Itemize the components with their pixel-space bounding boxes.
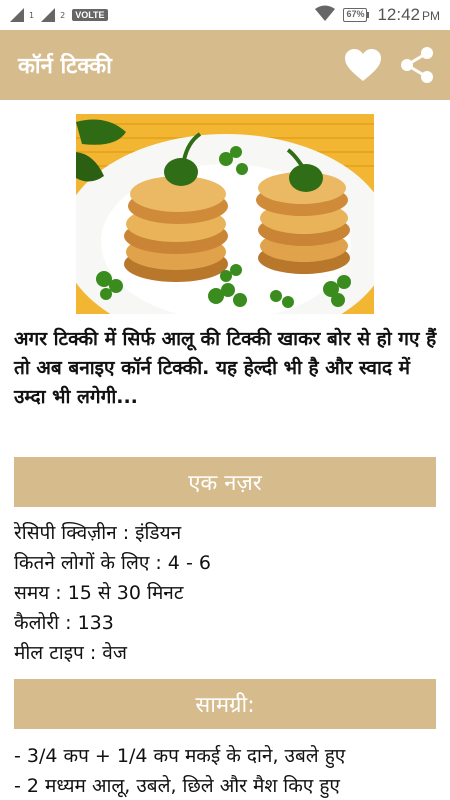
info-time: समय : 15 से 30 मिनट (14, 582, 184, 604)
share-icon (401, 47, 433, 83)
signal-group: 1 2 VOLTE (10, 8, 108, 22)
info-meal-type: मील टाइप : वेज (14, 642, 127, 664)
sim1-label: 1 (29, 10, 35, 20)
clock-ampm: PM (422, 9, 440, 23)
battery-icon: 67% (343, 8, 370, 22)
volte-badge: VOLTE (72, 9, 108, 21)
page-title: कॉर्न टिक्की (18, 54, 112, 79)
ingredients-list: - 3/4 कप + 1/4 कप मकई के दाने, उबले हुए … (14, 741, 444, 800)
recipe-description: अगर टिक्की में सिर्फ आलू की टिक्की खाकर … (14, 328, 437, 408)
clock-time: 12:42 (377, 5, 420, 24)
section-header-ingredients: सामग्री: (14, 679, 436, 729)
clock: 12:42 PM (377, 5, 440, 25)
recipe-image (76, 114, 374, 314)
overview-list: रेसिपी क्विज़ीन : इंडियन कितने लोगों के … (14, 518, 438, 668)
app-bar: कॉर्न टिक्की (0, 30, 450, 100)
favorite-button[interactable] (344, 48, 382, 82)
heart-icon (345, 49, 381, 81)
signal-icon (10, 8, 24, 22)
sim2-label: 2 (60, 10, 66, 20)
wifi-icon (315, 5, 336, 25)
section-header-overview: एक नज़र (14, 457, 436, 507)
info-cuisine: रेसिपी क्विज़ीन : इंडियन (14, 522, 182, 544)
list-item: - 3/4 कप + 1/4 कप मकई के दाने, उबले हुए (14, 745, 346, 767)
info-calories: कैलोरी : 133 (14, 612, 114, 634)
status-bar: 1 2 VOLTE 67% 12:42 PM (0, 0, 450, 30)
battery-level: 67% (343, 8, 368, 22)
signal-icon (41, 8, 56, 22)
list-item: - 2 मध्यम आलू, उबले, छिले और मैश किए हुए (14, 775, 340, 797)
share-button[interactable] (400, 46, 434, 84)
info-servings: कितने लोगों के लिए : 4 - 6 (14, 552, 211, 574)
